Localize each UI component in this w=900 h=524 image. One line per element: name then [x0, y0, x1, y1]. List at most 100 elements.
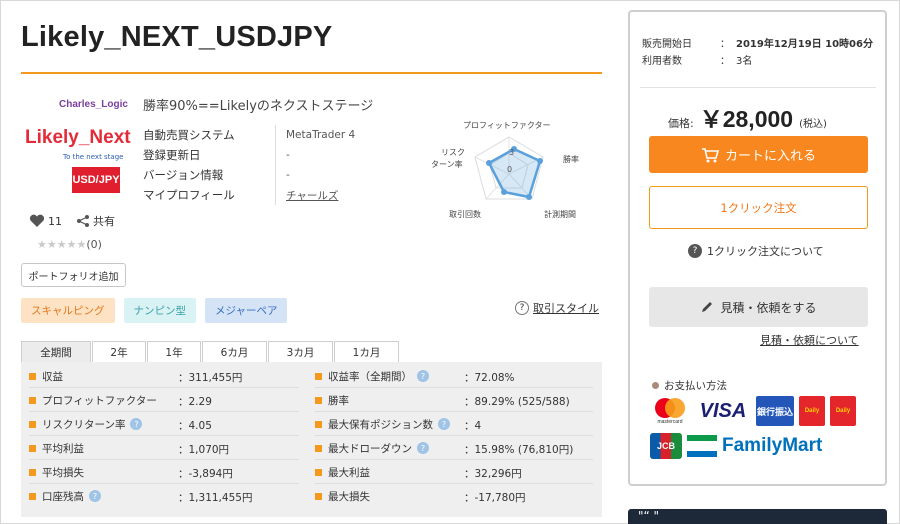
- radar-axis-label: 勝率: [563, 154, 579, 164]
- trade-style-label: 取引スタイル: [533, 302, 599, 315]
- bullet-icon: [29, 444, 36, 452]
- share-button[interactable]: 共有: [76, 213, 115, 229]
- stat-value: ：2.29: [178, 396, 212, 408]
- bullet-icon: [315, 420, 322, 428]
- price-label: 価格:: [668, 117, 694, 130]
- tag-major-pair[interactable]: メジャーペア: [205, 298, 288, 323]
- stat-label-row: 最大損失: [315, 484, 370, 508]
- stat-value: ：15.98% (76,810円): [464, 444, 574, 456]
- share-icon: [77, 215, 89, 227]
- stat-value: ：1,311,455円: [178, 492, 253, 504]
- cart-icon: [701, 147, 719, 162]
- quote-label: 見積・依頼をする: [720, 300, 817, 315]
- help-icon[interactable]: ?: [89, 490, 101, 502]
- stat-value: ：32,296円: [464, 468, 522, 480]
- tag-scalping[interactable]: スキャルピング: [21, 298, 115, 323]
- tab-3-months[interactable]: 3カ月: [268, 341, 333, 362]
- price-value: ￥28,000: [699, 106, 794, 132]
- add-portfolio-button[interactable]: ポートフォリオ追加: [21, 263, 126, 287]
- spec-row: バージョン情報 -: [143, 165, 355, 185]
- spec-label: マイプロフィール: [143, 185, 276, 205]
- tag-nanpin[interactable]: ナンピン型: [123, 298, 196, 323]
- promo-banner[interactable]: "“ ": [628, 509, 887, 524]
- stat-label-row: 収益率（全期間）?: [315, 364, 429, 388]
- stat-label-row: 最大保有ポジション数?: [315, 412, 450, 436]
- one-click-order-button[interactable]: 1クリック注文: [649, 186, 868, 229]
- like-button[interactable]: 11: [29, 214, 62, 228]
- heart-icon: [29, 214, 45, 227]
- help-icon[interactable]: ?: [417, 442, 429, 454]
- sale-start-row: 販売開始日 ： 2019年12月19日 10時06分: [642, 34, 873, 51]
- tab-1-month[interactable]: 1カ月: [334, 341, 399, 362]
- spec-row: 登録更新日 -: [143, 145, 355, 165]
- help-icon[interactable]: ?: [438, 418, 450, 430]
- row-divider: [29, 459, 299, 460]
- payment-title: お支払い方法: [652, 378, 727, 393]
- sale-meta: 販売開始日 ： 2019年12月19日 10時06分 利用者数 ： 3名: [642, 34, 873, 68]
- title-divider: [21, 72, 602, 74]
- stat-label: リスクリターン率: [42, 418, 126, 431]
- familymart-stripes: [687, 435, 717, 457]
- stat-label: 勝率: [328, 394, 349, 407]
- daily-logo: Daily: [830, 396, 856, 426]
- share-label: 共有: [93, 215, 115, 228]
- page-title: Likely_NEXT_USDJPY: [21, 21, 333, 53]
- users-row: 利用者数 ： 3名: [642, 51, 873, 68]
- help-icon[interactable]: ?: [130, 418, 143, 430]
- tab-all-period[interactable]: 全期間: [21, 341, 91, 362]
- tab-6-months[interactable]: 6カ月: [202, 341, 267, 362]
- stat-label-row: 最大利益: [315, 460, 370, 484]
- spec-value: MetaTrader 4: [286, 129, 356, 141]
- bullet-icon: [29, 396, 36, 404]
- stat-value: ：-17,780円: [464, 492, 526, 504]
- purchase-panel: 販売開始日 ： 2019年12月19日 10時06分 利用者数 ： 3名 価格: ￥28…: [628, 10, 887, 486]
- spec-table: 自動売買システム MetaTrader 4 登録更新日 - バージョン情報 - マイプ…: [143, 125, 355, 205]
- row-divider: [29, 483, 299, 484]
- bullet-icon: [315, 372, 322, 380]
- one-click-help-label: 1クリック注文について: [707, 245, 824, 258]
- stat-label: 収益率（全期間）: [328, 370, 412, 383]
- bullet-icon: [315, 444, 322, 452]
- mastercard-logo: mastercard: [650, 396, 690, 426]
- like-count: 11: [48, 214, 62, 228]
- radar-ring-label: 0: [507, 165, 512, 174]
- row-divider: [29, 411, 299, 412]
- rating-count: (0): [86, 238, 102, 251]
- one-click-help-link[interactable]: ? 1クリック注文について: [688, 243, 824, 259]
- trade-style-link[interactable]: ? 取引スタイル: [515, 300, 599, 316]
- spec-label: バージョン情報: [143, 165, 276, 185]
- bullet-icon: [29, 420, 36, 428]
- stat-value: ：4.05: [178, 420, 212, 432]
- sale-start-value: 2019年12月19日 10時06分: [736, 39, 873, 50]
- product-logo: Charles_Logic Likely_Next To the next st…: [21, 93, 131, 203]
- row-divider: [315, 411, 593, 412]
- stat-label: 平均損失: [42, 466, 84, 479]
- stars-icon: ★★★★★: [37, 238, 87, 251]
- row-divider: [315, 387, 593, 388]
- quote-help-link[interactable]: 見積・依頼について: [760, 332, 859, 348]
- quote-request-button[interactable]: 見積・依頼をする: [649, 287, 868, 327]
- row-divider: [29, 435, 299, 436]
- stat-value: ：89.29% (525/588): [464, 396, 570, 408]
- spec-value: -: [286, 149, 290, 161]
- tab-2-years[interactable]: 2年: [92, 341, 146, 362]
- profile-link[interactable]: チャールズ: [276, 188, 338, 203]
- price: 価格: ￥28,000 (税込): [668, 100, 827, 134]
- row-divider: [315, 483, 593, 484]
- stat-label: 最大保有ポジション数: [328, 418, 433, 431]
- logo-brand: Charles_Logic: [59, 99, 128, 110]
- stat-value: ：72.08%: [464, 372, 515, 384]
- payment-logos-row: JCB FamilyMart: [650, 433, 822, 459]
- radar-point: [501, 189, 507, 195]
- meta-colon: ：: [720, 56, 730, 67]
- stat-label-row: 平均利益: [29, 436, 84, 460]
- add-to-cart-button[interactable]: カートに入れる: [649, 136, 868, 173]
- cart-label: カートに入れる: [724, 149, 816, 164]
- stat-label: 最大利益: [328, 466, 370, 479]
- help-icon[interactable]: ?: [417, 370, 429, 382]
- stat-value: ：4: [464, 420, 482, 432]
- tab-1-year[interactable]: 1年: [147, 341, 201, 362]
- meta-colon: ：: [720, 39, 730, 50]
- jcb-logo: JCB: [650, 433, 682, 459]
- style-tags: スキャルピング ナンピン型 メジャーペア: [21, 298, 288, 323]
